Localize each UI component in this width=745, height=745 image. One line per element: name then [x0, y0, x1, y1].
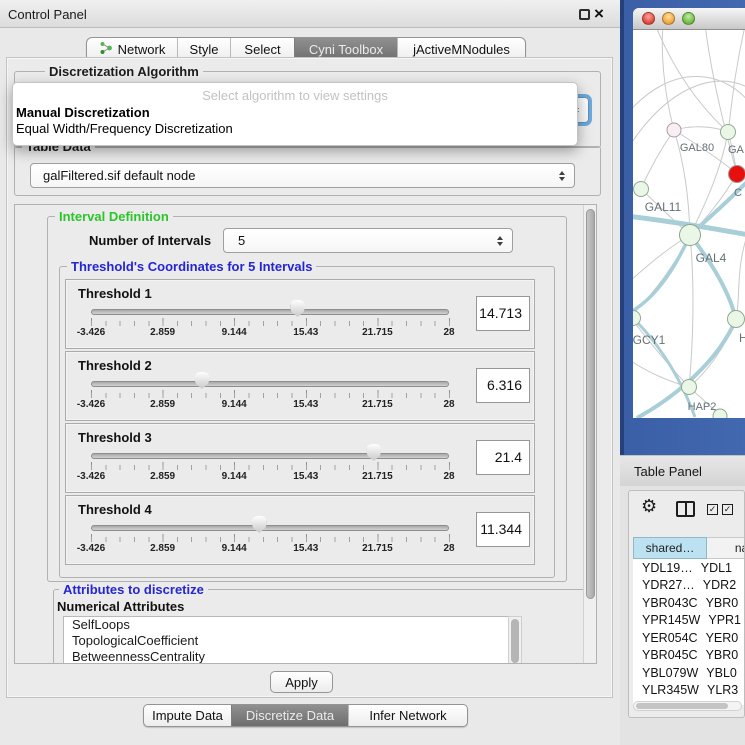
slider-tick-labels: -3.426 2.859 9.144 15.43 21.715 28: [91, 399, 449, 412]
columns-icon[interactable]: [676, 501, 695, 517]
table-row[interactable]: YLR345WYLR3: [633, 682, 745, 700]
numerical-attributes-label: Numerical Attributes: [57, 599, 184, 614]
table-panel-title: Table Panel: [634, 464, 702, 479]
network-icon: [99, 41, 113, 58]
threshold-2-panel: Threshold 2 -3.426 2.859 9.144 15.43 21.…: [65, 351, 535, 421]
close-window-icon[interactable]: [642, 12, 655, 25]
slider-tick-labels: -3.426 2.859 9.144 15.43 21.715 28: [91, 327, 449, 340]
list-item[interactable]: SelfLoops: [64, 617, 521, 633]
table-row[interactable]: YBR043CYBR0: [633, 594, 745, 612]
threshold-1-value-field[interactable]: 14.713: [476, 296, 530, 331]
checkbox-icon[interactable]: ✓: [722, 504, 733, 515]
thresholds-group-title: Threshold's Coordinates for 5 Intervals: [67, 259, 316, 274]
node-hap2[interactable]: [682, 380, 697, 395]
algorithm-dropdown-popup: Select algorithm to view settings Manual…: [12, 82, 578, 146]
table-row[interactable]: YBL079WYBL0: [633, 664, 745, 682]
node-label-gal80: GAL80: [680, 142, 714, 154]
slider-minor-ticks: [91, 321, 451, 326]
combo-stepper-icon: [496, 236, 504, 246]
node-label-gal11: GAL11: [645, 200, 682, 214]
node-ga[interactable]: [721, 125, 736, 140]
node-label-c: C: [734, 187, 742, 199]
table-header: shared… na: [633, 537, 745, 559]
threshold-2-slider-thumb[interactable]: [194, 372, 209, 389]
numerical-attributes-list: SelfLoops TopologicalCoefficient Between…: [63, 616, 522, 664]
settings-vertical-scrollbar[interactable]: [583, 205, 596, 663]
table-rows: YDL19…YDL1 YDR27…YDR2 YBR043CYBR0 YPR145…: [633, 559, 745, 705]
threshold-4-slider-thumb[interactable]: [252, 516, 267, 533]
combo-stepper-icon: [558, 171, 566, 181]
slider-tick-labels: -3.426 2.859 9.144 15.43 21.715 28: [91, 471, 449, 484]
network-canvas[interactable]: GAL80 GA C GAL11 GAL4 GCY1 H HAP2: [633, 30, 745, 418]
table-row[interactable]: YBR045CYBR0: [633, 647, 745, 665]
dropdown-option-manual-discretization[interactable]: Manual Discretization: [13, 105, 577, 121]
attributes-list-scrollbar[interactable]: [508, 616, 522, 664]
table-row[interactable]: YER054CYER0: [633, 629, 745, 647]
column-header-shared-name[interactable]: shared…: [633, 537, 707, 559]
threshold-3-slider-thumb[interactable]: [366, 444, 381, 461]
tab-discretize-data[interactable]: Discretize Data: [231, 705, 348, 726]
node-label-gal4: GAL4: [696, 251, 727, 265]
threshold-4-panel: Threshold 4 -3.426 2.859 9.144 15.43 21.…: [65, 495, 535, 565]
node-red-selected[interactable]: [729, 166, 745, 183]
node-gal4[interactable]: [680, 225, 701, 246]
discretization-algorithm-group-title: Discretization Algorithm: [45, 64, 203, 79]
threshold-1-panel: Threshold 1 -3.426 2.859 9.144 15.43 21.…: [65, 279, 535, 349]
zoom-window-icon[interactable]: [682, 12, 695, 25]
tab-impute-data[interactable]: Impute Data: [144, 705, 231, 726]
node-h[interactable]: [728, 311, 745, 328]
slider-tick-labels: -3.426 2.859 9.144 15.43 21.715 28: [91, 543, 449, 556]
interval-definition-title: Interval Definition: [55, 209, 173, 224]
node-labels: GAL80 GA C GAL11 GAL4 GCY1 H HAP2: [633, 142, 745, 413]
slider-minor-ticks: [91, 537, 451, 542]
close-icon[interactable]: ×: [594, 3, 604, 25]
number-of-intervals-value: 5: [224, 233, 496, 248]
settings-scrollpane: Interval Definition Number of Intervals …: [14, 204, 597, 664]
node-label-gcy1: GCY1: [633, 333, 666, 347]
table-data-combobox[interactable]: galFiltered.sif default node: [30, 163, 575, 188]
threshold-1-slider-thumb[interactable]: [290, 300, 305, 317]
dropdown-placeholder: Select algorithm to view settings: [13, 83, 577, 105]
number-of-intervals-label: Number of Intervals: [89, 233, 211, 248]
threshold-3-value-field[interactable]: 21.4: [476, 440, 530, 475]
apply-button[interactable]: Apply: [270, 671, 333, 693]
tab-label: Network: [118, 42, 166, 57]
node-label-hap2: HAP2: [688, 401, 717, 413]
table-row[interactable]: YPR145WYPR1: [633, 612, 745, 630]
table-data-selected-value: galFiltered.sif default node: [31, 168, 558, 183]
node-label-ga: GA: [728, 144, 745, 156]
dropdown-option-equal-width-frequency[interactable]: Equal Width/Frequency Discretization: [13, 121, 577, 137]
gear-icon[interactable]: ⚙: [641, 496, 657, 517]
scrollbar-thumb[interactable]: [636, 703, 728, 709]
node-gal11[interactable]: [634, 182, 649, 197]
bottom-tabbar: Impute Data Discretize Data Infer Networ…: [143, 704, 468, 727]
control-panel-titlebar: Control Panel ×: [0, 0, 620, 28]
network-window: GAL80 GA C GAL11 GAL4 GCY1 H HAP2: [633, 8, 745, 418]
slider-minor-ticks: [91, 393, 451, 398]
table-panel-titlebar: Table Panel: [620, 455, 745, 486]
slider-minor-ticks: [91, 465, 451, 470]
checkbox-icon[interactable]: ✓: [707, 504, 718, 515]
tab-infer-network[interactable]: Infer Network: [348, 705, 467, 726]
number-of-intervals-combobox[interactable]: 5: [223, 228, 513, 253]
panel-title: Control Panel: [8, 7, 87, 22]
scrollbar-thumb[interactable]: [586, 209, 595, 599]
attributes-group-title: Attributes to discretize: [59, 582, 208, 597]
threshold-3-panel: Threshold 3 -3.426 2.859 9.144 15.43 21.…: [65, 423, 535, 493]
node-gal80[interactable]: [667, 123, 681, 137]
threshold-4-value-field[interactable]: 11.344: [476, 512, 530, 547]
list-item[interactable]: TopologicalCoefficient: [64, 633, 521, 649]
threshold-2-value-field[interactable]: 6.316: [476, 368, 530, 403]
table-horizontal-scrollbar[interactable]: [633, 701, 742, 711]
node-label-h: H: [739, 331, 745, 345]
table-row[interactable]: YDL19…YDL1: [633, 559, 745, 577]
float-window-icon[interactable]: [579, 9, 590, 20]
list-item[interactable]: BetweennessCentrality: [64, 649, 521, 664]
table-panel: ⚙ ✓ ✓ shared… na YDL19…YDL1 YDR27…YDR2 Y…: [628, 490, 745, 718]
network-window-titlebar: [633, 8, 745, 30]
column-header-name[interactable]: na: [707, 537, 745, 559]
table-row[interactable]: YDR27…YDR2: [633, 577, 745, 595]
minimize-window-icon[interactable]: [662, 12, 675, 25]
